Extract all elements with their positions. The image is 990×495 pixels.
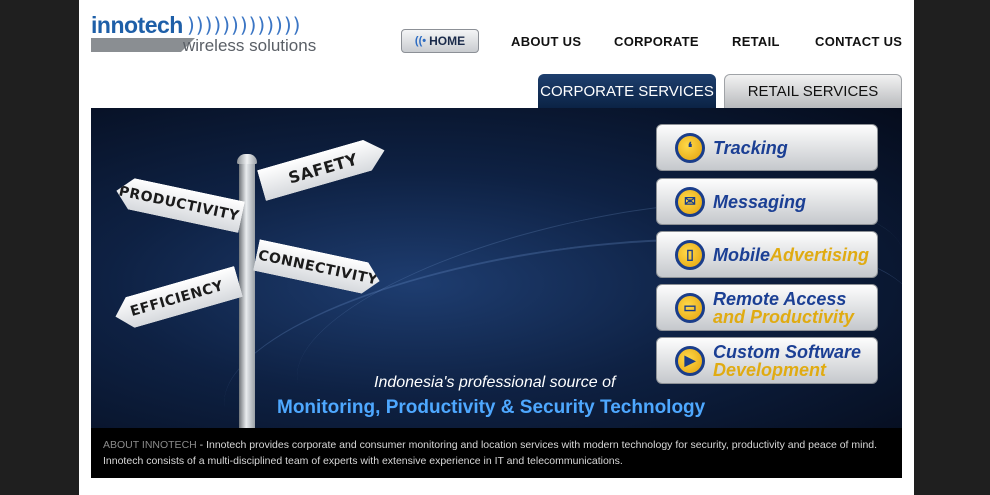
service-label: Messaging	[713, 191, 807, 212]
logo-bar	[91, 38, 181, 52]
service-label: Tracking	[713, 137, 788, 158]
logo-wordmark: innotech	[91, 12, 183, 38]
phone-icon: ▯	[675, 239, 705, 270]
envelope-icon: ✉	[675, 186, 705, 217]
play-icon: ▶	[675, 345, 705, 376]
nav-retail[interactable]: RETAIL	[732, 34, 780, 49]
about-innotech-panel: ABOUT INNOTECH - Innotech provides corpo…	[91, 428, 902, 478]
page: innotech ))))))))))))) wireless solution…	[79, 0, 914, 495]
service-mobile-advertising-button[interactable]: ▯ MobileAdvertising	[656, 231, 878, 278]
sign-safety: SAFETY	[257, 135, 389, 201]
nav-corporate[interactable]: CORPORATE	[614, 34, 699, 49]
service-messaging-button[interactable]: ✉ Messaging	[656, 178, 878, 225]
banner-headline: Monitoring, Productivity & Security Tech…	[277, 397, 706, 418]
nav-about-us[interactable]: ABOUT US	[511, 34, 581, 49]
wireless-icon: ((•	[414, 35, 427, 47]
nav-contact-us[interactable]: CONTACT US	[815, 34, 902, 49]
signpost-cap	[237, 154, 257, 164]
monitor-icon: ▭	[675, 292, 705, 323]
footprints-icon: ❛	[675, 132, 705, 163]
about-text: - Innotech provides corporate and consum…	[103, 439, 878, 467]
sign-efficiency: EFFICIENCY	[111, 266, 243, 332]
service-label: Custom Software Development	[713, 341, 862, 380]
service-custom-software-button[interactable]: ▶ Custom Software Development	[656, 337, 878, 384]
sign-connectivity: CONNECTIVITY	[253, 239, 383, 296]
nav-home-button[interactable]: ((• HOME	[401, 29, 479, 53]
service-remote-access-button[interactable]: ▭ Remote Access and Productivity	[656, 284, 878, 331]
tab-retail-services[interactable]: RETAIL SERVICES	[724, 74, 902, 108]
logo-tagline: wireless solutions	[183, 36, 317, 55]
tab-corporate-services[interactable]: CORPORATE SERVICES	[538, 74, 716, 108]
innotech-logo[interactable]: innotech ))))))))))))) wireless solution…	[91, 12, 341, 58]
sign-productivity: PRODUCTIVITY	[113, 175, 245, 233]
signal-waves-icon: )))))))))))))	[187, 13, 302, 37]
nav-home-label: HOME	[429, 34, 466, 48]
banner-tagline: Indonesia's professional source of	[374, 374, 616, 391]
service-label: Remote Access and Productivity	[713, 288, 855, 327]
about-title: ABOUT INNOTECH	[103, 439, 197, 451]
service-label: MobileAdvertising	[713, 244, 870, 265]
service-tracking-button[interactable]: ❛ Tracking	[656, 124, 878, 171]
